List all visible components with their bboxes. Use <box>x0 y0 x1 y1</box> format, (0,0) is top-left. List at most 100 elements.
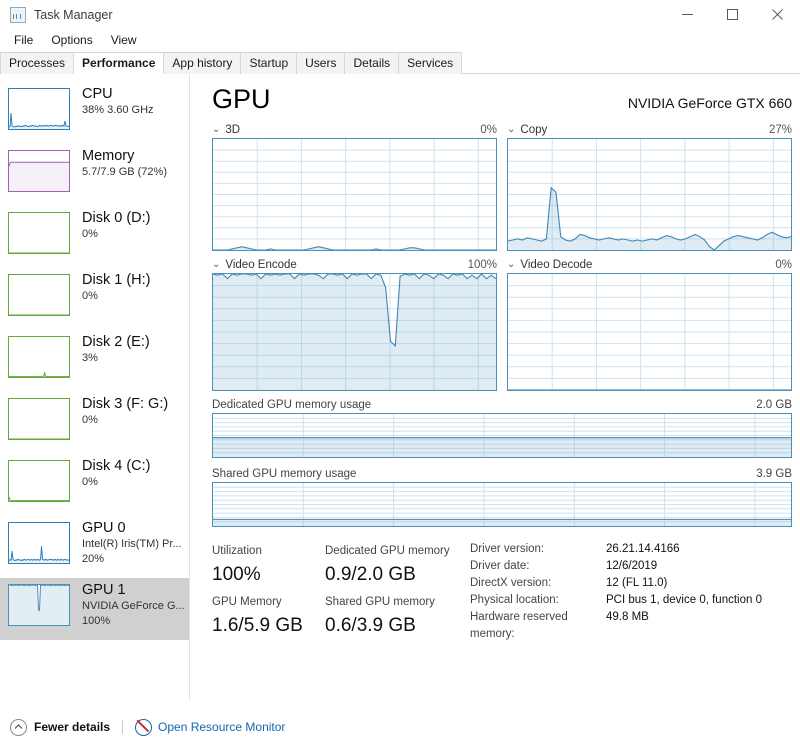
chevron-down-icon[interactable]: ⌄ <box>212 125 220 135</box>
sidebar-item-value: 20% <box>82 553 105 565</box>
sidebar-item-label: Disk 4 (C:) <box>82 458 151 474</box>
engine-graph-3d: ⌄ 3D 0% <box>212 124 497 251</box>
sidebar-item-cpu[interactable]: CPU 38% 3.60 GHz <box>0 82 189 144</box>
task-manager-icon <box>10 6 26 23</box>
tab-app-history[interactable]: App history <box>163 52 242 74</box>
info-key: Physical location: <box>470 594 559 606</box>
info-key: Driver version: <box>470 543 545 555</box>
shared-memory-section: Shared GPU memory usage 3.9 GB <box>212 466 792 527</box>
info-key: Hardware reserved memory: <box>470 611 568 640</box>
tab-users[interactable]: Users <box>296 52 346 74</box>
stat-value-utilization: 100% <box>212 564 261 585</box>
footer-bar: Fewer details Open Resource Monitor <box>0 700 800 754</box>
stat-label-gpu-memory: GPU Memory <box>212 596 282 608</box>
engine-name: Copy <box>520 124 548 136</box>
sidebar-item-disk-1-h[interactable]: Disk 1 (H:) 0% <box>0 268 189 330</box>
stat-column-middle: Dedicated GPU memory 0.9/2.0 GB Shared G… <box>325 541 460 643</box>
sidebar-sparkline <box>8 522 70 564</box>
sidebar-item-value: 38% 3.60 GHz <box>82 104 154 116</box>
tab-startup[interactable]: Startup <box>240 52 298 74</box>
sidebar-item-text: Disk 4 (C:) 0% <box>82 457 150 490</box>
minimize-button[interactable] <box>665 0 710 29</box>
info-value: 12 (FL 11.0) <box>606 577 668 589</box>
graph-canvas-shared-memory <box>212 482 792 527</box>
sidebar-item-detail: Intel(R) Iris(TM) Pr... <box>82 538 182 550</box>
sidebar-item-detail: NVIDIA GeForce G... <box>82 600 185 612</box>
sidebar-item-value: 100% <box>82 615 111 627</box>
close-button[interactable] <box>755 0 800 29</box>
sidebar-sparkline <box>8 150 70 192</box>
tab-services[interactable]: Services <box>398 52 463 74</box>
sidebar-item-text: Disk 2 (E:) 3% <box>82 333 150 366</box>
info-key: DirectX version: <box>470 577 552 589</box>
menu-item-options[interactable]: Options <box>42 31 101 49</box>
dedicated-memory-label: Dedicated GPU memory usage <box>212 399 372 411</box>
sidebar-item-disk-0-d[interactable]: Disk 0 (D:) 0% <box>0 206 189 268</box>
sidebar-item-label: Disk 3 (F: G:) <box>82 396 169 412</box>
tab-performance[interactable]: Performance <box>73 52 165 74</box>
stat-value-shared-memory: 0.6/3.9 GB <box>325 615 416 636</box>
sidebar-item-label: GPU 0 <box>82 520 126 536</box>
engine-label-video-encode: ⌄ Video Encode 100% <box>212 259 497 273</box>
sidebar-item-disk-3-f-g[interactable]: Disk 3 (F: G:) 0% <box>0 392 189 454</box>
dedicated-memory-label-row: Dedicated GPU memory usage 2.0 GB <box>212 397 792 413</box>
engine-label-copy: ⌄ Copy 27% <box>507 124 792 138</box>
tab-processes[interactable]: Processes <box>0 52 75 74</box>
title-bar: Task Manager <box>0 0 800 29</box>
engine-value: 0% <box>775 259 792 271</box>
maximize-button[interactable] <box>710 0 755 29</box>
menu-item-view[interactable]: View <box>102 31 146 49</box>
sidebar-item-disk-4-c[interactable]: Disk 4 (C:) 0% <box>0 454 189 516</box>
dedicated-memory-max: 2.0 GB <box>756 399 792 411</box>
page-title: GPU <box>212 84 271 114</box>
tab-details[interactable]: Details <box>344 52 400 74</box>
engine-graph-copy: ⌄ Copy 27% <box>507 124 792 251</box>
window-controls <box>665 0 800 29</box>
stat-label-shared-memory: Shared GPU memory <box>325 596 435 608</box>
graph-canvas-video-encode <box>212 273 497 391</box>
sidebar-sparkline <box>8 212 70 254</box>
sidebar-item-label: CPU <box>82 86 113 102</box>
info-value: 49.8 MB <box>606 611 649 623</box>
sidebar-item-label: Disk 1 (H:) <box>82 272 151 288</box>
sidebar-item-disk-2-e[interactable]: Disk 2 (E:) 3% <box>0 330 189 392</box>
shared-memory-max: 3.9 GB <box>756 468 792 480</box>
engine-value: 0% <box>480 124 497 136</box>
sidebar-sparkline <box>8 336 70 378</box>
fewer-details-button[interactable]: Fewer details <box>10 718 110 736</box>
sidebar-sparkline <box>8 460 70 502</box>
stats-area: Utilization 100% GPU Memory 1.6/5.9 GB D… <box>212 541 792 643</box>
gpu-detail-panel: GPU NVIDIA GeForce GTX 660 ⌄ 3D 0% ⌄ Cop… <box>190 74 800 700</box>
chevron-down-icon[interactable]: ⌄ <box>507 260 515 270</box>
shared-memory-label-row: Shared GPU memory usage 3.9 GB <box>212 466 792 482</box>
resource-monitor-icon <box>135 718 153 736</box>
graph-canvas-video-decode <box>507 273 792 391</box>
sidebar-item-label: Disk 2 (E:) <box>82 334 150 350</box>
engine-graph-row-2: ⌄ Video Encode 100% ⌄ Video Decode 0% <box>212 259 792 391</box>
window-title: Task Manager <box>34 7 113 22</box>
sidebar-item-gpu-0[interactable]: GPU 0 Intel(R) Iris(TM) Pr... 20% <box>0 516 189 578</box>
chevron-down-icon[interactable]: ⌄ <box>212 260 220 270</box>
sidebar-sparkline <box>8 584 70 626</box>
stat-value-dedicated-memory: 0.9/2.0 GB <box>325 564 416 585</box>
chevron-down-icon[interactable]: ⌄ <box>507 125 515 135</box>
stat-column-left: Utilization 100% GPU Memory 1.6/5.9 GB <box>212 541 325 643</box>
engine-value: 27% <box>768 124 792 136</box>
sidebar-item-gpu-1[interactable]: GPU 1 NVIDIA GeForce G... 100% <box>0 578 189 640</box>
sidebar-item-memory[interactable]: Memory 5.7/7.9 GB (72%) <box>0 144 189 206</box>
sidebar-item-text: Disk 0 (D:) 0% <box>82 209 150 242</box>
engine-label-3d: ⌄ 3D 0% <box>212 124 497 138</box>
device-info-list: Driver version: 26.21.14.4166 Driver date:… <box>470 541 762 643</box>
engine-name: Video Encode <box>225 259 297 271</box>
graph-canvas-copy <box>507 138 792 251</box>
engine-label-video-decode: ⌄ Video Decode 0% <box>507 259 792 273</box>
sidebar-item-value: 0% <box>82 476 98 488</box>
engine-graph-row-1: ⌄ 3D 0% ⌄ Copy 27% <box>212 124 792 251</box>
sidebar-item-text: CPU 38% 3.60 GHz <box>82 85 154 118</box>
menu-item-file[interactable]: File <box>5 31 42 49</box>
chevron-up-icon <box>10 718 27 736</box>
graph-canvas-dedicated-memory <box>212 413 792 458</box>
sidebar-item-label: Disk 0 (D:) <box>82 210 151 226</box>
open-resource-monitor-link[interactable]: Open Resource Monitor <box>135 718 285 736</box>
sidebar-item-text: GPU 0 Intel(R) Iris(TM) Pr... 20% <box>82 519 182 567</box>
